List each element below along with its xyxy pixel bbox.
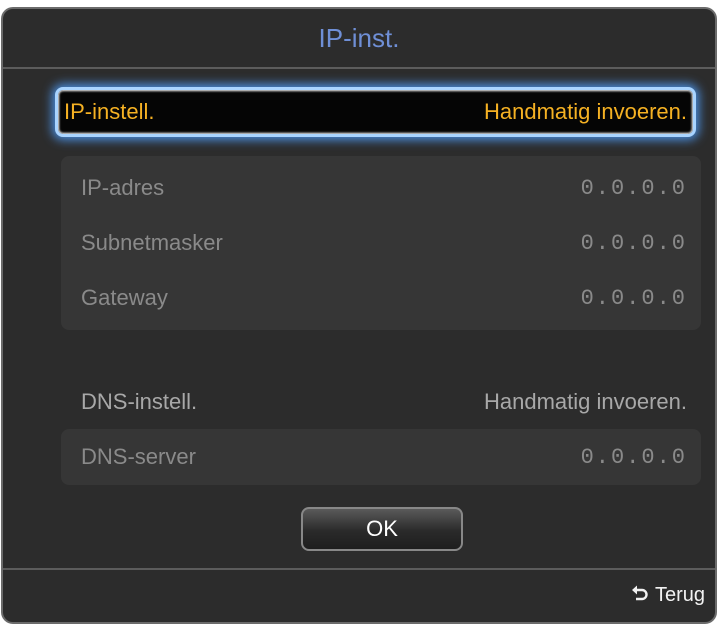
dns-setting-value: Handmatig invoeren. <box>483 389 687 414</box>
ip-address-group: IP-adres 0.0.0.0 Subnetmasker 0.0.0.0 Ga… <box>61 156 701 330</box>
return-arrow-icon <box>631 582 649 608</box>
ip-setting-value: Handmatig invoeren. <box>483 99 687 124</box>
dialog-footer: Terug <box>3 568 715 622</box>
subnet-mask-row[interactable]: Subnetmasker 0.0.0.0 <box>81 223 687 263</box>
dns-server-row[interactable]: DNS-server 0.0.0.0 <box>81 437 687 477</box>
ip-settings-dialog: IP-inst. IP-instell. Handmatig invoeren.… <box>1 7 717 624</box>
dns-setting-label: DNS-instell. <box>81 389 198 414</box>
dns-server-value: 0.0.0.0 <box>580 444 687 470</box>
dns-server-label: DNS-server <box>81 444 196 469</box>
dialog-title: IP-inst. <box>318 22 400 53</box>
gateway-row[interactable]: Gateway 0.0.0.0 <box>81 278 687 318</box>
gateway-label: Gateway <box>81 285 168 310</box>
back-label: Terug <box>654 583 705 606</box>
ip-address-label: IP-adres <box>81 175 165 200</box>
ip-address-row[interactable]: IP-adres 0.0.0.0 <box>81 168 687 208</box>
ip-address-value: 0.0.0.0 <box>580 175 687 201</box>
dialog-title-bar: IP-inst. <box>3 9 715 69</box>
dns-setting-row[interactable]: DNS-instell. Handmatig invoeren. <box>81 382 687 422</box>
ip-setting-label: IP-instell. <box>64 99 155 124</box>
gateway-value: 0.0.0.0 <box>580 285 687 311</box>
back-button[interactable]: Terug <box>631 582 705 608</box>
subnet-mask-label: Subnetmasker <box>81 230 223 255</box>
dns-server-group: DNS-server 0.0.0.0 <box>61 429 701 485</box>
ip-setting-row[interactable]: IP-instell. Handmatig invoeren. <box>55 87 696 137</box>
ok-button[interactable]: OK <box>301 507 463 551</box>
subnet-mask-value: 0.0.0.0 <box>580 230 687 256</box>
